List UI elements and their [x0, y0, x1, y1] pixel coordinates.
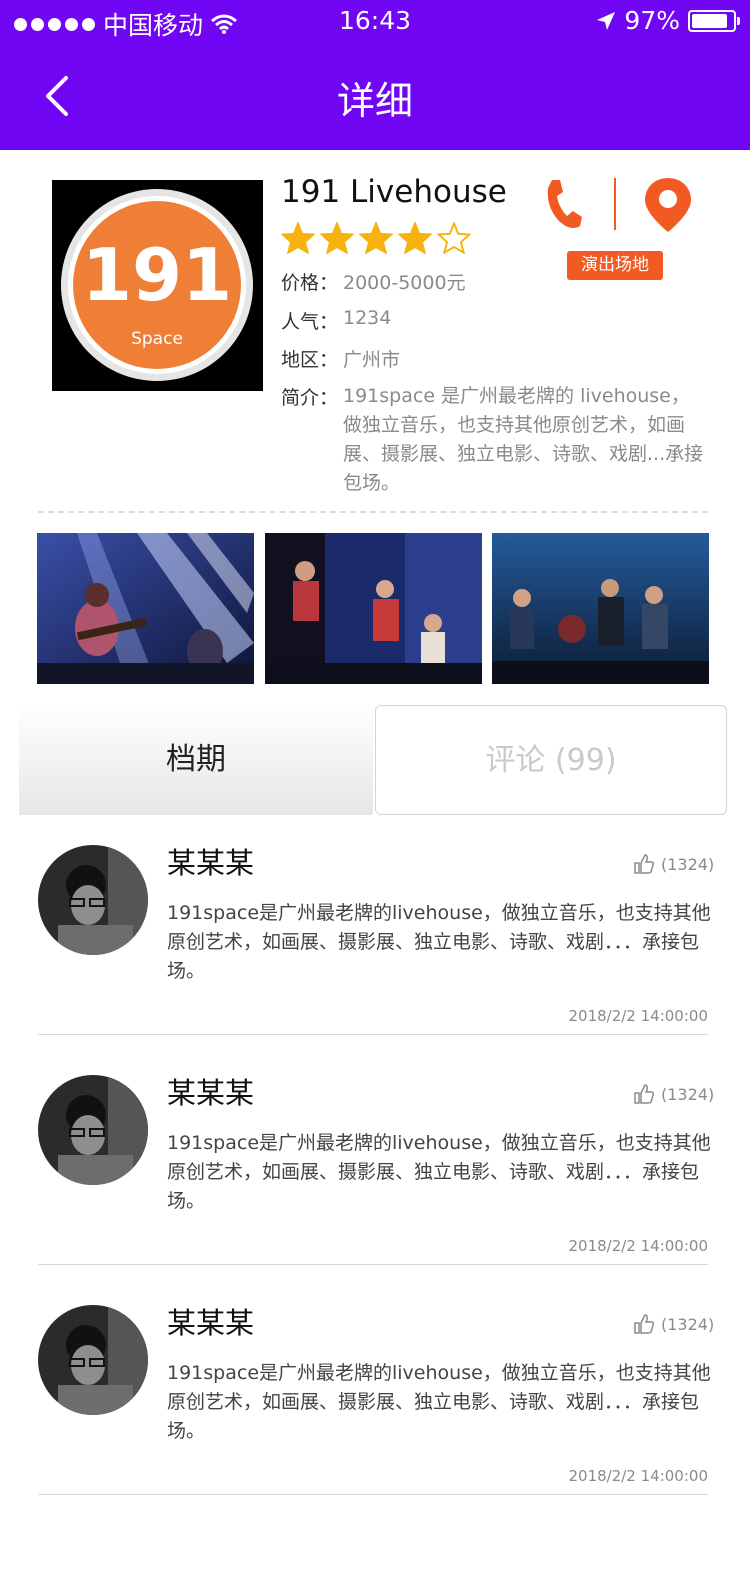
comment-time: 2018/2/2 14:00:00 — [568, 1007, 708, 1025]
action-divider — [614, 178, 616, 230]
thumbs-up-icon — [634, 854, 655, 874]
comment-item: 某某某 (1324) 191space是广州最老牌的livehouse，做独立音… — [0, 1045, 750, 1274]
popularity-label: 人气： — [281, 311, 339, 333]
tab-comments[interactable]: 评论 (99) — [375, 705, 727, 815]
star-filled-icon — [359, 222, 393, 254]
popularity-value: 1234 — [343, 307, 392, 329]
tab-schedule[interactable]: 档期 — [19, 705, 373, 815]
comment-divider — [38, 1264, 708, 1265]
app-header: 中国移动 16:43 97% 详细 — [0, 0, 750, 150]
thumbs-up-icon — [634, 1084, 655, 1104]
phone-icon — [547, 180, 582, 228]
star-filled-icon — [398, 222, 432, 254]
page-title: 详细 — [336, 79, 413, 123]
venue-photo-2[interactable] — [265, 533, 482, 684]
venue-photo-3[interactable] — [492, 533, 709, 684]
area-label: 地区： — [281, 349, 339, 371]
comment-text: 191space是广州最老牌的livehouse，做独立音乐，也支持其他原创艺术… — [167, 1132, 711, 1212]
comment-time: 2018/2/2 14:00:00 — [568, 1237, 708, 1255]
area-row: 地区： 广州市 — [281, 345, 400, 372]
like-button[interactable]: (1324) — [633, 853, 714, 875]
venue-logo: 191 Space — [52, 180, 263, 391]
status-bar: 中国移动 16:43 97% — [0, 0, 750, 42]
avatar[interactable] — [38, 1075, 148, 1185]
star-empty-icon — [437, 222, 471, 254]
rating-stars — [281, 222, 471, 254]
intro-row: 简介： — [281, 383, 343, 410]
intro-label: 简介： — [281, 387, 339, 409]
map-button[interactable] — [642, 176, 694, 234]
venue-type-badge: 演出场地 — [567, 251, 663, 280]
comment-author: 某某某 — [167, 1306, 255, 1340]
comment-item: 某某某 (1324) 191space是广州最老牌的livehouse，做独立音… — [0, 1275, 750, 1504]
like-count: (1324) — [661, 1084, 715, 1104]
like-count: (1324) — [661, 1314, 715, 1334]
comment-text: 191space是广州最老牌的livehouse，做独立音乐，也支持其他原创艺术… — [167, 1362, 711, 1442]
like-count: (1324) — [661, 854, 715, 874]
popularity-row: 人气： 1234 — [281, 307, 391, 334]
call-button[interactable] — [540, 176, 584, 232]
comment-author: 某某某 — [167, 1076, 255, 1110]
map-pin-icon — [645, 178, 691, 232]
comment-divider — [38, 1034, 708, 1035]
price-row: 价格： 2000-5000元 — [281, 268, 466, 295]
logo-text: 191 — [82, 233, 232, 317]
avatar[interactable] — [38, 1305, 148, 1415]
star-filled-icon — [320, 222, 354, 254]
avatar[interactable] — [38, 845, 148, 955]
battery-percent: 97% — [624, 6, 680, 35]
price-label: 价格： — [281, 272, 339, 294]
area-value: 广州市 — [343, 349, 401, 371]
intro-text: 191space 是广州最老牌的 livehouse，做独立音乐，也支持其他原创… — [343, 385, 704, 494]
battery-level — [692, 13, 727, 28]
comment-time: 2018/2/2 14:00:00 — [568, 1467, 708, 1485]
star-filled-icon — [281, 222, 315, 254]
venue-photo-1[interactable] — [37, 533, 254, 684]
logo-subtext: Space — [131, 329, 183, 349]
location-arrow-icon — [597, 11, 616, 30]
comment-divider — [38, 1494, 708, 1495]
battery-icon — [688, 9, 740, 32]
comment-author: 某某某 — [167, 846, 255, 880]
section-divider — [38, 511, 708, 513]
comment-item: 某某某 (1324) 191space是广州最老牌的livehouse，做独立音… — [0, 815, 750, 1044]
thumbs-up-icon — [634, 1314, 655, 1334]
status-right: 97% — [596, 6, 740, 35]
tab-schedule-label: 档期 — [166, 742, 226, 777]
like-button[interactable]: (1324) — [633, 1313, 714, 1335]
like-button[interactable]: (1324) — [633, 1083, 714, 1105]
comment-text: 191space是广州最老牌的livehouse，做独立音乐，也支持其他原创艺术… — [167, 902, 711, 982]
tab-comments-label: 评论 (99) — [485, 743, 617, 778]
venue-name: 191 Livehouse — [281, 174, 507, 210]
price-value: 2000-5000元 — [343, 272, 466, 294]
